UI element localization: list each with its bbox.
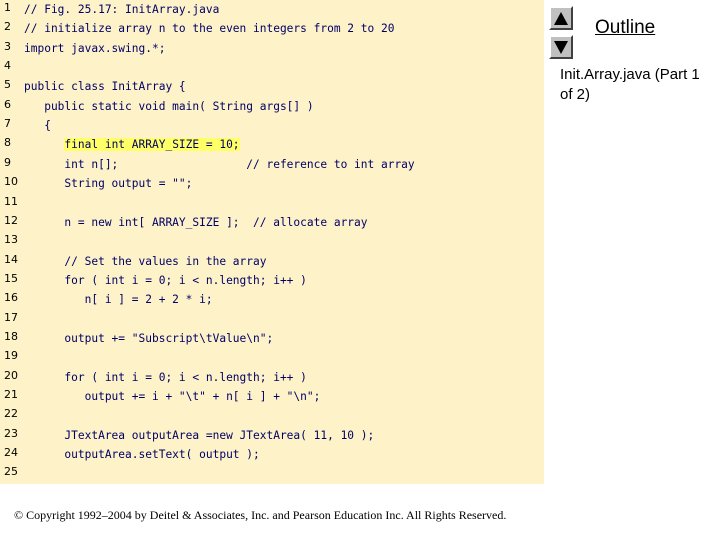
code-line: 15 for ( int i = 0; i < n.length; i++ ) (0, 271, 544, 290)
code-line: 7 { (0, 116, 544, 135)
code-text: for ( int i = 0; i < n.length; i++ ) (24, 370, 307, 384)
code-line: 22 (0, 406, 544, 425)
line-number: 23 (4, 426, 18, 440)
code-text: String output = ""; (24, 177, 193, 191)
code-line: 9 int n[]; // reference to int array (0, 155, 544, 174)
triangle-up-icon (554, 12, 568, 25)
outline-link[interactable]: Outline (595, 17, 655, 39)
code-text: // initialize array n to the even intege… (24, 22, 395, 36)
highlighted-code: final int ARRAY_SIZE = 10; (64, 138, 240, 152)
line-number: 16 (4, 291, 18, 305)
code-line: 17 (0, 310, 544, 329)
line-number: 6 (4, 97, 11, 111)
code-text: JTextArea outputArea =new JTextArea( 11,… (24, 428, 375, 442)
code-line: 1 // Fig. 25.17: InitArray.java (0, 0, 544, 19)
code-line: 4 (0, 58, 544, 77)
code-line: 2 // initialize array n to the even integ… (0, 19, 544, 38)
line-number: 8 (4, 136, 11, 150)
line-number: 9 (4, 155, 11, 169)
line-number: 15 (4, 271, 18, 285)
code-line: 6 public static void main( String args[]… (0, 97, 544, 116)
line-number: 12 (4, 213, 18, 227)
code-text: import javax.swing.*; (24, 41, 166, 55)
code-text: public class InitArray { (24, 80, 186, 94)
code-listing-panel: 1 // Fig. 25.17: InitArray.java 2 // initia… (0, 0, 544, 484)
code-line: 12 n = new int[ ARRAY_SIZE ]; // allocat… (0, 213, 544, 232)
code-line: 10 String output = ""; (0, 174, 544, 193)
code-text: output += "Subscript\tValue\n"; (24, 331, 274, 345)
line-number: 4 (4, 59, 11, 73)
line-number: 5 (4, 78, 11, 92)
line-number: 2 (4, 20, 11, 34)
line-number: 3 (4, 39, 11, 53)
code-line: 8 final int ARRAY_SIZE = 10; (0, 135, 544, 154)
code-line: 19 (0, 348, 544, 367)
code-line: 13 (0, 232, 544, 251)
code-line: 3 import javax.swing.*; (0, 39, 544, 58)
code-text: int n[]; // reference to int array (24, 157, 415, 171)
code-text: n[ i ] = 2 + 2 * i; (24, 293, 213, 307)
code-line: 16 n[ i ] = 2 + 2 * i; (0, 290, 544, 309)
code-line: 21 output += i + "\t" + n[ i ] + "\n"; (0, 387, 544, 406)
file-caption: Init.Array.java (Part 1 of 2) (560, 66, 700, 103)
code-line: 20 for ( int i = 0; i < n.length; i++ ) (0, 368, 544, 387)
line-number: 13 (4, 233, 18, 247)
line-number: 14 (4, 252, 18, 266)
code-text: outputArea.setText( output ); (24, 448, 260, 462)
code-line: 23 JTextArea outputArea =new JTextArea( … (0, 426, 544, 445)
code-line: 25 (0, 464, 544, 483)
code-text: n = new int[ ARRAY_SIZE ]; // allocate a… (24, 215, 368, 229)
code-line: 24 outputArea.setText( output ); (0, 445, 544, 464)
line-number: 7 (4, 117, 11, 131)
code-text: final int ARRAY_SIZE = 10; (24, 135, 240, 154)
line-number: 1 (4, 1, 11, 14)
code-text: for ( int i = 0; i < n.length; i++ ) (24, 273, 307, 287)
code-line: 11 (0, 194, 544, 213)
line-number: 11 (4, 194, 18, 208)
line-number: 20 (4, 368, 18, 382)
copyright-footer: © Copyright 1992–2004 by Deitel & Associ… (14, 508, 507, 522)
line-number: 25 (4, 465, 18, 479)
code-text: // Set the values in the array (24, 254, 267, 268)
code-line: 5 public class InitArray { (0, 77, 544, 96)
line-number: 19 (4, 349, 18, 363)
code-text: public static void main( String args[] ) (24, 99, 314, 113)
code-text: { (24, 119, 51, 133)
line-number: 22 (4, 407, 18, 421)
line-number: 10 (4, 175, 18, 189)
code-line: 14 // Set the values in the array (0, 252, 544, 271)
line-number: 24 (4, 446, 18, 460)
line-number: 18 (4, 329, 18, 343)
code-line: 18 output += "Subscript\tValue\n"; (0, 329, 544, 348)
triangle-down-icon (554, 41, 568, 54)
line-number: 17 (4, 310, 18, 324)
code-text: // Fig. 25.17: InitArray.java (24, 3, 220, 16)
previous-slide-button[interactable] (549, 6, 573, 30)
line-number: 21 (4, 388, 18, 401)
next-slide-button[interactable] (549, 35, 573, 59)
code-text: output += i + "\t" + n[ i ] + "\n"; (24, 390, 321, 403)
